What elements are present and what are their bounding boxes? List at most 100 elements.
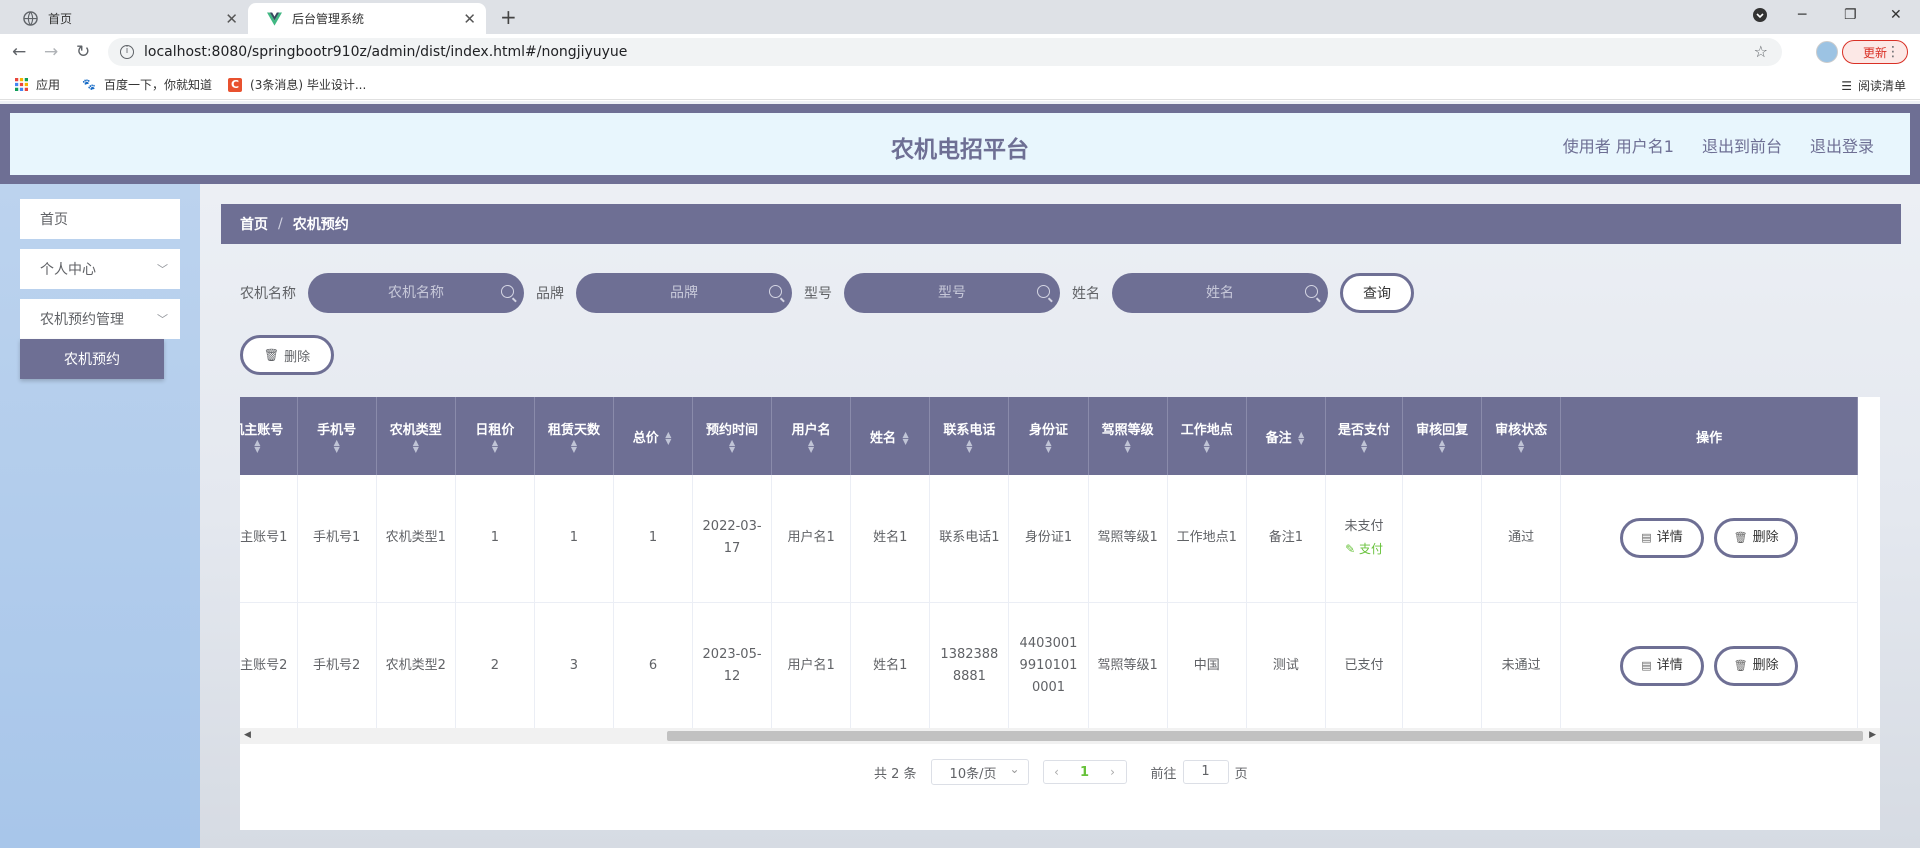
column-header[interactable]: 审核状态 ▲ ▼ [1481, 397, 1562, 475]
scroll-right-arrow-icon[interactable]: ▶ [1869, 730, 1876, 740]
sort-caret-icon[interactable]: ▲ ▼ [1044, 438, 1054, 453]
baidu-paw-icon: 🐾 [82, 78, 96, 91]
pagination-total: 共 2 条 [874, 766, 917, 782]
sort-caret-icon[interactable]: ▲ ▼ [663, 431, 673, 446]
column-header[interactable]: 审核回复 ▲ ▼ [1402, 397, 1483, 475]
bookmark-csdn[interactable]: C (3条消息) 毕业设计... [228, 76, 366, 93]
chevron-down-icon: ﹀ [157, 263, 168, 276]
column-header[interactable]: 联系电话 ▲ ▼ [929, 397, 1010, 475]
search-input-model[interactable] [844, 273, 1060, 313]
browser-tab-home[interactable]: 首页 ✕ [4, 3, 248, 34]
column-header[interactable]: 日租价 ▲ ▼ [455, 397, 535, 475]
reading-list[interactable]: ☰ 阅读清单 [1841, 77, 1906, 94]
pay-link[interactable]: ✎ 支付 [1334, 538, 1394, 560]
bookmark-star-icon[interactable]: ☆ [1754, 42, 1768, 61]
profile-avatar[interactable] [1816, 41, 1838, 63]
breadcrumb-home[interactable]: 首页 [240, 214, 268, 234]
sidebar-item-personal-center[interactable]: 个人中心 ﹀ [20, 249, 180, 289]
table-horizontal-scrollbar[interactable]: ◀ ▶ [240, 728, 1880, 744]
cell-review-status: 未通过 [1481, 602, 1562, 730]
detail-button[interactable]: ▤ 详情 [1620, 518, 1704, 559]
delete-label: 删除 [284, 349, 311, 365]
update-chrome-button[interactable]: 更新 [1842, 40, 1908, 64]
new-tab-plus-icon[interactable]: + [500, 5, 517, 29]
bookmarks-bar: 应用 🐾 百度一下，你就知道 C (3条消息) 毕业设计... ☰ 阅读清单 [0, 70, 1920, 100]
column-header[interactable]: 驾照等级 ▲ ▼ [1088, 397, 1168, 475]
batch-delete-button[interactable]: 🗑 删除 [240, 335, 334, 375]
bookmark-apps[interactable]: 应用 [14, 76, 60, 93]
search-input-name[interactable] [1112, 273, 1328, 313]
reload-icon[interactable]: ↻ [76, 42, 90, 62]
column-header[interactable]: 预约时间 ▲ ▼ [692, 397, 773, 475]
row-delete-button[interactable]: 🗑 删除 [1714, 645, 1799, 686]
scroll-left-arrow-icon[interactable]: ◀ [244, 730, 251, 740]
brand-field[interactable] [604, 285, 764, 301]
address-bar-row: ← → ↻ i localhost:8080/springbootr910z/a… [0, 34, 1920, 70]
url-omnibox[interactable]: i localhost:8080/springbootr910z/admin/d… [108, 38, 1782, 66]
row-delete-button[interactable]: 🗑 删除 [1714, 518, 1799, 559]
browser-tab-admin[interactable]: 后台管理系统 ✕ [248, 3, 486, 34]
cell-machine-type: 农机类型1 [376, 475, 456, 603]
scrollbar-thumb[interactable] [667, 731, 1863, 741]
machine-name-field[interactable] [336, 285, 496, 301]
sort-caret-icon[interactable]: ▲ ▼ [727, 438, 737, 453]
logout-link[interactable]: 退出登录 [1810, 133, 1874, 157]
sort-caret-icon[interactable]: ▲ ▼ [1359, 438, 1369, 453]
sort-caret-icon[interactable]: ▲ ▼ [490, 438, 500, 453]
sort-caret-icon[interactable]: ▲ ▼ [569, 438, 579, 453]
back-arrow-icon[interactable]: ← [12, 42, 26, 62]
back-to-front-link[interactable]: 退出到前台 [1702, 133, 1782, 157]
cell-id-card: 440300199101010001 [1008, 602, 1089, 730]
page-number-group: ‹ 1 › [1042, 760, 1127, 784]
restore-icon[interactable]: ❐ [1844, 0, 1857, 30]
sort-caret-icon[interactable]: ▲ ▼ [901, 431, 911, 446]
column-header-label: 姓名 [869, 430, 896, 446]
column-header[interactable]: 机主账号▲▼ [240, 397, 298, 475]
column-header[interactable]: 身份证 ▲ ▼ [1008, 397, 1089, 475]
column-header[interactable]: 手机号 ▲ ▼ [297, 397, 377, 475]
detail-button[interactable]: ▤ 详情 [1620, 645, 1704, 686]
column-header[interactable]: 工作地点 ▲ ▼ [1167, 397, 1247, 475]
table-header-row: 机主账号▲▼ 手机号▲▼ 农机类型▲▼ 日租价▲▼ 租赁天数▲▼ 总价 ▲▼ 预… [240, 397, 1858, 475]
column-header-label: 是否支付 [1338, 423, 1391, 438]
page-number-current[interactable]: 1 [1080, 765, 1089, 780]
column-header-label: 总价 [632, 430, 659, 446]
sidebar-item-home[interactable]: 首页 [20, 199, 180, 239]
close-tab-icon[interactable]: ✕ [225, 10, 238, 28]
search-input-machine-name[interactable] [308, 273, 524, 313]
sort-caret-icon[interactable]: ▲ ▼ [411, 438, 421, 453]
sidebar-item-booking-management[interactable]: 农机预约管理 ﹀ [20, 299, 180, 339]
sort-caret-icon[interactable]: ▲ ▼ [332, 438, 342, 453]
minimize-icon[interactable]: ─ [1798, 0, 1806, 30]
sort-caret-icon[interactable]: ▲ ▼ [1296, 431, 1306, 446]
search-input-brand[interactable] [576, 273, 792, 313]
next-page-icon[interactable]: › [1110, 765, 1115, 779]
sort-caret-icon[interactable]: ▲ ▼ [252, 438, 262, 453]
profile-menu-icon[interactable] [1752, 0, 1768, 30]
column-header[interactable]: 用户名 ▲ ▼ [771, 397, 852, 475]
page-size-select[interactable]: 10条/页 [930, 759, 1029, 785]
column-header[interactable]: 是否支付 ▲ ▼ [1325, 397, 1404, 475]
close-window-icon[interactable]: ✕ [1890, 0, 1902, 30]
prev-page-icon[interactable]: ‹ [1054, 765, 1059, 779]
column-header[interactable]: 租赁天数 ▲ ▼ [534, 397, 614, 475]
bookmark-baidu[interactable]: 🐾 百度一下，你就知道 [82, 76, 212, 93]
site-info-icon[interactable]: i [120, 45, 134, 59]
name-field[interactable] [1140, 285, 1300, 301]
column-header[interactable]: 总价 ▲ ▼ [613, 397, 694, 475]
sort-caret-icon[interactable]: ▲ ▼ [964, 438, 974, 453]
column-header[interactable]: 农机类型 ▲ ▼ [376, 397, 456, 475]
column-header[interactable]: 备注 ▲ ▼ [1246, 397, 1326, 475]
sort-caret-icon[interactable]: ▲ ▼ [1123, 438, 1133, 453]
sort-caret-icon[interactable]: ▲ ▼ [806, 438, 816, 453]
query-button[interactable]: 查询 [1340, 273, 1414, 313]
goto-page-input[interactable]: 1 [1182, 760, 1229, 784]
forward-arrow-icon[interactable]: → [44, 42, 58, 62]
model-field[interactable] [872, 285, 1032, 301]
sort-caret-icon[interactable]: ▲ ▼ [1202, 438, 1212, 453]
sidebar-subitem-machine-booking[interactable]: 农机预约 [20, 339, 164, 379]
sort-caret-icon[interactable]: ▲ ▼ [1516, 438, 1526, 453]
close-tab-icon[interactable]: ✕ [463, 10, 476, 28]
column-header[interactable]: 姓名 ▲ ▼ [850, 397, 931, 475]
sort-caret-icon[interactable]: ▲ ▼ [1437, 438, 1447, 453]
